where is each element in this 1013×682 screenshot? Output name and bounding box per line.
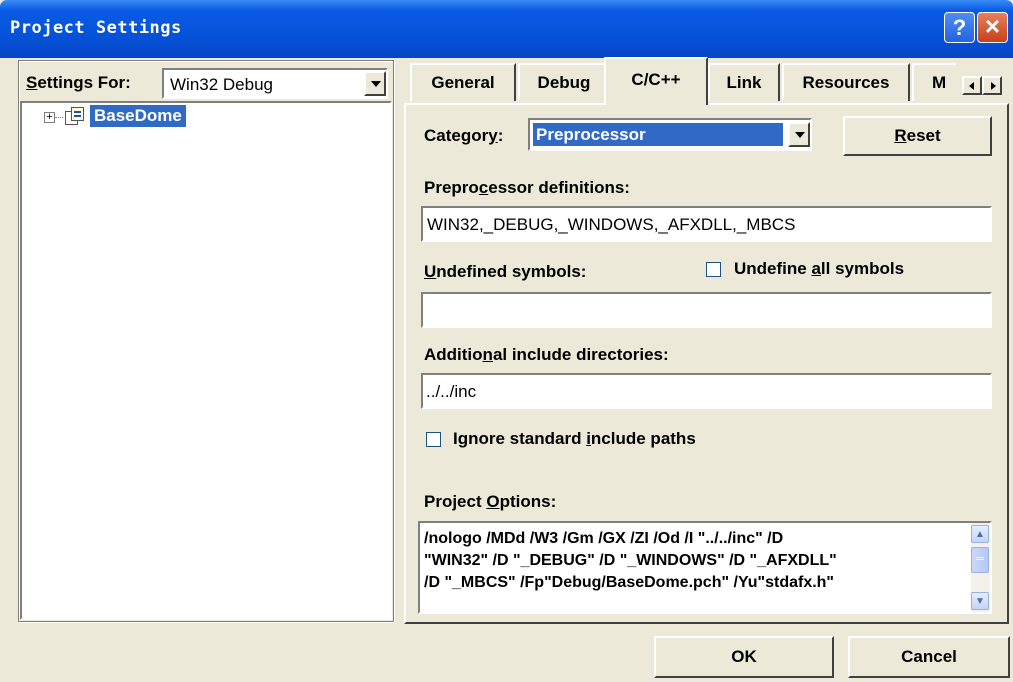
category-label: Category: bbox=[424, 126, 504, 145]
undefine-all-symbols-label: Undefine all symbols bbox=[734, 259, 905, 278]
preprocessor-definitions-value: WIN32,_DEBUG,_WINDOWS,_AFXDLL,_MBCS bbox=[427, 215, 796, 234]
tab-more-partial[interactable]: M bbox=[912, 63, 956, 101]
title-bar[interactable]: Project Settings ? × bbox=[0, 0, 1013, 58]
include-directories-label: Additional include directories: bbox=[424, 345, 669, 364]
category-combo[interactable]: Preprocessor bbox=[528, 118, 812, 151]
ok-button[interactable]: OK bbox=[654, 636, 834, 678]
tab-scroll-left[interactable] bbox=[962, 76, 982, 95]
settings-for-combo[interactable]: Win32 Debug bbox=[162, 68, 388, 99]
project-options-text: /nologo /MDd /W3 /Gm /GX /ZI /Od /I "../… bbox=[424, 528, 969, 594]
preprocessor-definitions-label: Preprocessor definitions: bbox=[424, 178, 630, 197]
undefined-symbols-input[interactable] bbox=[421, 292, 992, 328]
help-button[interactable]: ? bbox=[944, 12, 975, 43]
project-tree[interactable]: + BaseDome bbox=[20, 101, 392, 620]
category-dropdown-arrow[interactable] bbox=[788, 122, 810, 147]
ignore-standard-include-label: Ignore standard include paths bbox=[453, 429, 696, 448]
ignore-standard-include-checkbox[interactable] bbox=[426, 432, 441, 447]
scroll-up-arrow-icon[interactable]: ▲ bbox=[971, 525, 989, 543]
project-icon bbox=[65, 107, 85, 126]
tab-general[interactable]: General bbox=[410, 63, 516, 101]
project-options-label: Project Options: bbox=[424, 492, 557, 511]
cancel-button[interactable]: Cancel bbox=[848, 636, 1010, 678]
project-options-line: /nologo /MDd /W3 /Gm /GX /ZI /Od /I "../… bbox=[424, 530, 784, 547]
window-title: Project Settings bbox=[10, 18, 182, 38]
settings-for-dropdown-arrow[interactable] bbox=[364, 71, 386, 96]
scroll-thumb[interactable] bbox=[971, 547, 989, 573]
scroll-down-arrow-icon[interactable]: ▼ bbox=[971, 592, 989, 610]
tab-scroll-right[interactable] bbox=[982, 76, 1002, 95]
undefined-symbols-label: Undefined symbols: bbox=[424, 262, 587, 281]
project-options-line: "WIN32" /D "_DEBUG" /D "_WINDOWS" /D "_A… bbox=[424, 552, 837, 569]
tree-item-basedome[interactable]: BaseDome bbox=[90, 105, 186, 127]
settings-for-label: Settings For: bbox=[26, 73, 131, 92]
settings-for-value: Win32 Debug bbox=[170, 75, 274, 94]
tab-debug[interactable]: Debug bbox=[518, 63, 610, 101]
undefine-all-symbols-checkbox[interactable] bbox=[706, 262, 721, 277]
category-value: Preprocessor bbox=[533, 123, 783, 146]
close-button[interactable]: × bbox=[977, 12, 1008, 43]
tab-scroll-buttons bbox=[962, 76, 1002, 95]
tab-link[interactable]: Link bbox=[708, 63, 780, 101]
project-options-scrollbar[interactable]: ▲ ▼ bbox=[971, 523, 990, 612]
preprocessor-definitions-input[interactable]: WIN32,_DEBUG,_WINDOWS,_AFXDLL,_MBCS bbox=[421, 206, 992, 242]
project-options-line: /D "_MBCS" /Fp"Debug/BaseDome.pch" /Yu"s… bbox=[424, 574, 835, 591]
project-options-textarea[interactable]: /nologo /MDd /W3 /Gm /GX /ZI /Od /I "../… bbox=[418, 521, 992, 614]
tab-resources[interactable]: Resources bbox=[782, 63, 910, 101]
reset-button[interactable]: Reset bbox=[843, 116, 992, 156]
include-directories-input[interactable]: ../../inc bbox=[421, 373, 992, 409]
tree-connector bbox=[55, 117, 63, 118]
include-directories-value: ../../inc bbox=[426, 382, 477, 401]
tab-c-cpp[interactable]: C/C++ bbox=[604, 57, 708, 105]
tree-expand-icon[interactable]: + bbox=[44, 112, 55, 123]
